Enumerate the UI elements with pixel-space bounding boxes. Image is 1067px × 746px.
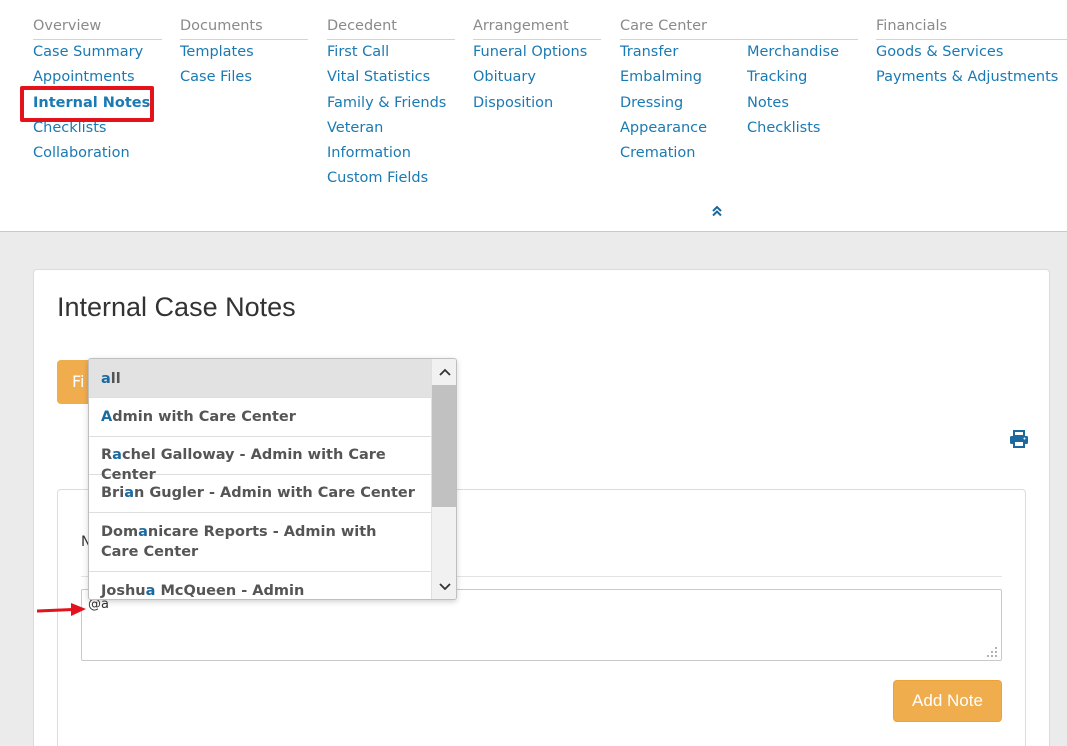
case-navigation: Overview Case Summary Appointments Inter… — [0, 0, 1067, 232]
nav-link-cremation[interactable]: Cremation — [620, 145, 695, 161]
nav-link-disposition[interactable]: Disposition — [473, 95, 553, 111]
mention-text: Bri — [101, 485, 125, 501]
nav-link-funeral-options[interactable]: Funeral Options — [473, 44, 587, 60]
nav-divider — [180, 39, 308, 40]
nav-divider — [620, 39, 858, 40]
mention-text: Dom — [101, 524, 139, 540]
mention-match: a — [124, 485, 134, 501]
mention-item-all[interactable]: all — [89, 359, 431, 398]
nav-heading-financials: Financials — [876, 18, 948, 34]
nav-link-checklists[interactable]: Checklists — [33, 120, 106, 136]
nav-link-dressing[interactable]: Dressing — [620, 95, 683, 111]
mention-item-brian-gugler[interactable]: Brian Gugler - Admin with Care Center — [89, 475, 431, 513]
nav-link-information[interactable]: Information — [327, 145, 411, 161]
mention-dropdown: all Admin with Care Center Rachel Gallow… — [88, 358, 457, 600]
nav-link-collaboration[interactable]: Collaboration — [33, 145, 130, 161]
red-arrow-annotation-icon — [37, 603, 86, 616]
mention-text: McQueen - Admin — [155, 583, 305, 599]
mention-text: dmin with Care Center — [112, 409, 296, 425]
nav-link-custom-fields[interactable]: Custom Fields — [327, 170, 428, 186]
nav-link-veteran[interactable]: Veteran — [327, 120, 383, 136]
nav-heading-care-center: Care Center — [620, 18, 707, 34]
nav-link-appearance[interactable]: Appearance — [620, 120, 707, 136]
mention-match: a — [145, 583, 156, 599]
nav-link-transfer[interactable]: Transfer — [620, 44, 678, 60]
nav-link-goods-services[interactable]: Goods & Services — [876, 44, 1003, 60]
nav-link-care-checklists[interactable]: Checklists — [747, 120, 820, 136]
mention-match: a — [112, 447, 122, 463]
mention-item-admin-care-center[interactable]: Admin with Care Center — [89, 398, 431, 437]
dropdown-scrollbar[interactable] — [431, 359, 456, 599]
nav-link-embalming[interactable]: Embalming — [620, 69, 702, 85]
mention-text: Joshu — [101, 583, 146, 599]
nav-link-family-friends[interactable]: Family & Friends — [327, 95, 446, 111]
nav-link-case-files[interactable]: Case Files — [180, 69, 252, 85]
nav-link-tracking[interactable]: Tracking — [747, 69, 807, 85]
mention-match: a — [138, 524, 148, 540]
nav-link-first-call[interactable]: First Call — [327, 44, 389, 60]
scroll-down-chevron-icon[interactable] — [438, 581, 452, 593]
nav-link-merchandise[interactable]: Merchandise — [747, 44, 839, 60]
scrollbar-thumb[interactable] — [432, 385, 456, 507]
nav-divider — [327, 39, 455, 40]
mention-text: n Gugler - Admin with Care Center — [133, 485, 415, 501]
mention-item-domanicare-reports[interactable]: Domanicare Reports - Admin with Care Cen… — [89, 513, 431, 572]
nav-heading-overview: Overview — [33, 18, 102, 34]
mention-item-joshua-mcqueen[interactable]: Joshua McQueen - Admin — [89, 572, 431, 599]
collapse-chevrons-icon[interactable] — [709, 203, 725, 219]
print-icon[interactable] — [1009, 430, 1029, 448]
nav-link-case-summary[interactable]: Case Summary — [33, 44, 143, 60]
nav-link-appointments[interactable]: Appointments — [33, 69, 135, 85]
add-note-button[interactable]: Add Note — [893, 680, 1002, 722]
nav-link-care-notes[interactable]: Notes — [747, 95, 789, 111]
resize-grip-icon[interactable] — [987, 647, 998, 658]
scroll-up-chevron-icon[interactable] — [438, 366, 452, 378]
nav-divider — [473, 39, 601, 40]
mention-match: a — [101, 371, 111, 387]
nav-link-vital-statistics[interactable]: Vital Statistics — [327, 69, 430, 85]
nav-heading-arrangement: Arrangement — [473, 18, 569, 34]
mention-match: A — [101, 409, 113, 425]
nav-divider — [33, 39, 162, 40]
nav-link-templates[interactable]: Templates — [180, 44, 254, 60]
mention-text: ll — [110, 371, 121, 387]
nav-link-obituary[interactable]: Obituary — [473, 69, 536, 85]
nav-link-payments-adjustments[interactable]: Payments & Adjustments — [876, 69, 1058, 85]
mention-text: R — [101, 447, 113, 463]
page-title: Internal Case Notes — [57, 292, 296, 322]
nav-link-internal-notes[interactable]: Internal Notes — [33, 95, 150, 111]
nav-heading-documents: Documents — [180, 18, 263, 34]
mention-item-rachel-galloway[interactable]: Rachel Galloway - Admin with Care Center — [89, 437, 431, 483]
nav-divider — [876, 39, 1067, 40]
nav-heading-decedent: Decedent — [327, 18, 397, 34]
